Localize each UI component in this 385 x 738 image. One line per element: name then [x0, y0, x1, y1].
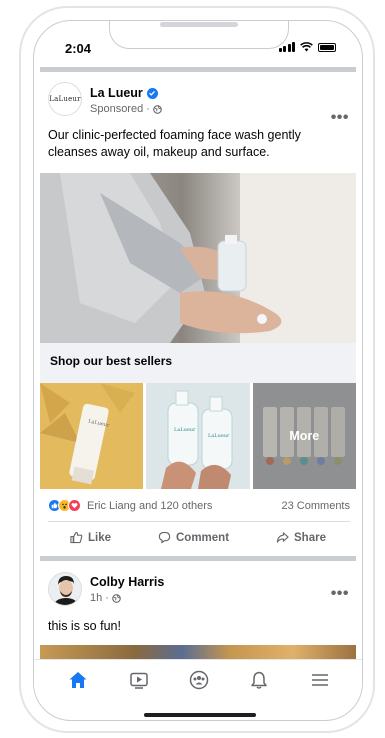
tab-notifications[interactable]	[243, 665, 275, 695]
share-button[interactable]: Share	[276, 531, 326, 544]
product-carousel: LaLueur LaLueur LaLueur More	[40, 383, 356, 489]
shop-best-sellers-title[interactable]: Shop our best sellers	[40, 343, 356, 383]
bell-icon	[251, 671, 268, 689]
reactions-text: Eric Liang and 120 others	[87, 499, 213, 512]
tab-home[interactable]	[62, 665, 94, 695]
globe-icon	[112, 593, 121, 603]
comment-button[interactable]: Comment	[158, 531, 229, 544]
ad-hero-image[interactable]	[40, 173, 356, 343]
tab-groups[interactable]	[183, 665, 215, 695]
phone-speaker	[160, 22, 238, 27]
svg-text:LaLueur: LaLueur	[208, 433, 230, 439]
like-button[interactable]: Like	[70, 531, 111, 544]
post-actions: Like Comment Share	[48, 531, 350, 544]
comment-label: Comment	[176, 531, 230, 544]
home-indicator	[144, 713, 256, 717]
logo-text: LaLueur	[49, 95, 81, 103]
home-icon	[69, 671, 87, 688]
bottom-tab-bar	[34, 659, 362, 699]
author-name[interactable]: Colby Harris	[90, 575, 164, 589]
wifi-icon	[300, 42, 313, 52]
page-name[interactable]: La Lueur	[90, 86, 158, 100]
status-icons	[278, 42, 336, 52]
post-more-icon[interactable]: •••	[331, 109, 349, 127]
like-label: Like	[88, 531, 112, 544]
carousel-more-label: More	[289, 429, 320, 443]
post-body-2: this is so fun!	[48, 619, 121, 633]
page-avatar-logo[interactable]: LaLueur	[48, 82, 82, 116]
tab-menu[interactable]	[304, 665, 336, 695]
tab-watch[interactable]	[123, 665, 155, 695]
carousel-tile-more[interactable]: More	[252, 383, 356, 489]
reactions-summary: Eric Liang and 120 others 23 Comments	[48, 499, 350, 512]
phone-screen: 2:04 LaLueur La Lueur Sponsored · ••• Ou…	[33, 20, 363, 721]
carousel-tile-product-1[interactable]: LaLueur	[40, 383, 144, 489]
post-time: 1h ·	[90, 592, 109, 604]
share-icon	[276, 532, 289, 543]
svg-text:LaLueur: LaLueur	[174, 427, 196, 433]
post-time-line: 1h ·	[90, 592, 121, 604]
carousel-tile-product-2[interactable]: LaLueur LaLueur	[146, 383, 250, 489]
globe-icon	[153, 104, 162, 114]
post-more-icon[interactable]: •••	[331, 585, 349, 603]
like-icon	[70, 531, 83, 544]
sponsored-label: Sponsored ·	[90, 103, 150, 115]
feed-separator-2	[40, 556, 356, 561]
feed-separator	[40, 67, 356, 72]
reactions-divider	[48, 521, 350, 522]
battery-icon	[318, 42, 336, 52]
love-reaction-icon	[68, 499, 81, 512]
groups-icon	[189, 670, 209, 689]
reaction-icons	[48, 499, 81, 512]
share-label: Share	[294, 531, 326, 544]
verified-icon	[146, 87, 158, 99]
menu-icon	[311, 673, 328, 686]
sponsored-line: Sponsored ·	[90, 103, 162, 115]
post-image-peek[interactable]	[40, 645, 356, 659]
reactions-left[interactable]: Eric Liang and 120 others	[48, 499, 212, 512]
post-body: Our clinic-perfected foaming face wash g…	[48, 128, 301, 159]
author-avatar[interactable]	[48, 572, 82, 606]
video-icon	[129, 672, 148, 689]
comments-count[interactable]: 23 Comments	[282, 500, 350, 512]
page-name-label: La Lueur	[90, 86, 143, 100]
status-time: 2:04	[65, 41, 92, 56]
comment-icon	[158, 531, 171, 544]
